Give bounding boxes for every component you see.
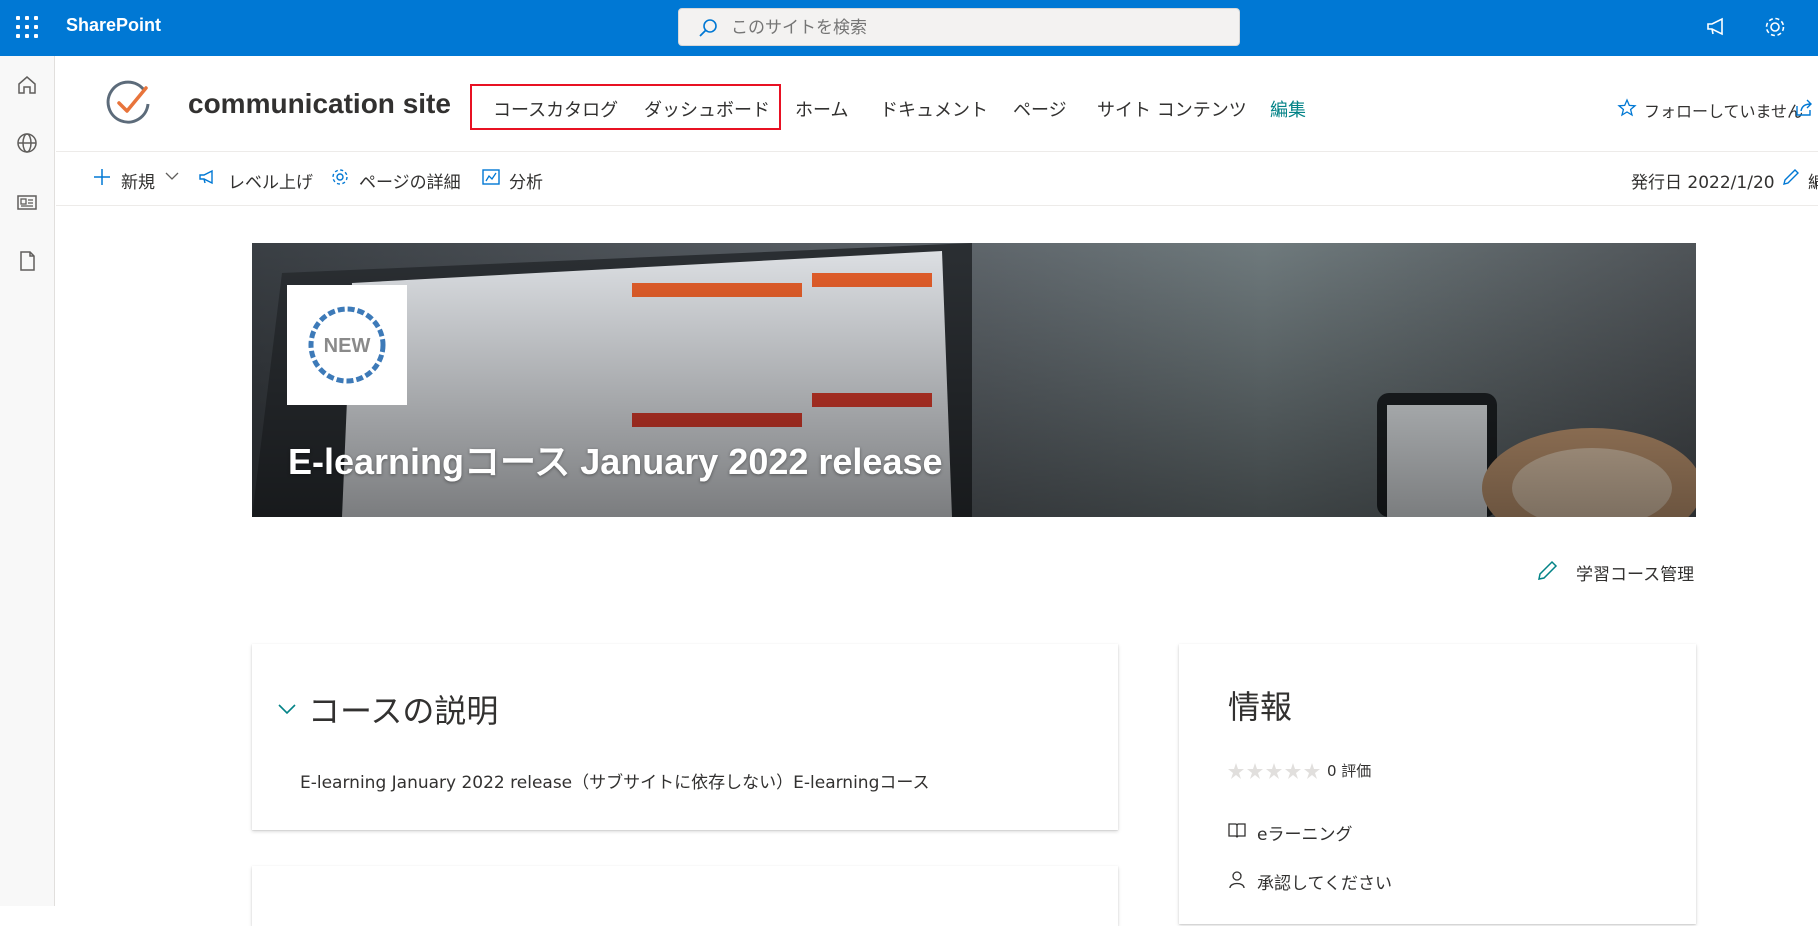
news-icon[interactable]	[14, 189, 40, 215]
analytics-button[interactable]: 分析	[509, 168, 543, 193]
hero-title: E-learningコース January 2022 release	[288, 441, 943, 482]
share-icon[interactable]	[1794, 98, 1814, 118]
plus-icon[interactable]	[91, 166, 113, 188]
person-icon	[1229, 871, 1245, 889]
search-icon	[699, 19, 717, 37]
app-name[interactable]: SharePoint	[66, 15, 161, 36]
site-header: communication site コースカタログ ダッシュボード ホーム ド…	[56, 56, 1818, 152]
rating-stars-icon[interactable]	[1227, 762, 1323, 780]
command-bar: 新規 レベル上げ ページの詳細 分析 発行日 2022/1/20 編	[56, 152, 1818, 206]
info-title: 情報	[1228, 688, 1293, 726]
nav-site-contents[interactable]: サイト コンテンツ	[1097, 96, 1247, 122]
analytics-chart-icon[interactable]	[480, 166, 502, 188]
new-button[interactable]: 新規	[121, 168, 155, 193]
nav-course-catalog[interactable]: コースカタログ	[493, 96, 618, 122]
app-launcher-icon[interactable]	[16, 16, 38, 38]
hero-banner: NEW E-learningコース January 2022 release	[252, 243, 1696, 517]
home-icon[interactable]	[14, 72, 40, 98]
nav-documents[interactable]: ドキュメント	[880, 96, 988, 122]
info-card: 情報 0 評価 eラーニング 承認してください	[1179, 644, 1696, 924]
star-icon[interactable]	[1617, 98, 1637, 118]
settings-gear-icon[interactable]	[1762, 14, 1788, 40]
content-card	[252, 866, 1118, 926]
nav-edit[interactable]: 編集	[1270, 96, 1306, 122]
page-details-gear-icon[interactable]	[329, 166, 351, 188]
approval-status: 承認してください	[1257, 874, 1392, 894]
description-title[interactable]: コースの説明	[308, 686, 498, 732]
search-box[interactable]	[678, 8, 1240, 46]
site-title[interactable]: communication site	[188, 88, 451, 120]
page-details-button[interactable]: ページの詳細	[359, 168, 461, 193]
globe-icon[interactable]	[14, 130, 40, 156]
description-text: E-learning January 2022 release（サブサイトに依存…	[300, 773, 930, 793]
document-icon[interactable]	[14, 248, 40, 274]
course-type: eラーニング	[1257, 825, 1353, 845]
book-icon	[1228, 823, 1246, 838]
chevron-down-icon[interactable]	[276, 698, 298, 720]
left-app-rail	[0, 56, 55, 906]
site-logo-icon[interactable]	[104, 78, 154, 128]
edit-pencil-icon[interactable]	[1780, 166, 1802, 188]
new-badge-icon: NEW	[287, 285, 407, 405]
promote-megaphone-icon[interactable]	[197, 166, 219, 188]
follow-button[interactable]: フォローしていません	[1644, 98, 1803, 122]
rating-text: 0 評価	[1327, 762, 1372, 780]
chevron-down-icon[interactable]	[164, 168, 180, 184]
nav-pages[interactable]: ページ	[1013, 96, 1067, 122]
megaphone-icon[interactable]	[1704, 14, 1730, 40]
manage-pencil-icon[interactable]	[1536, 558, 1560, 582]
course-description-card: コースの説明 E-learning January 2022 release（サ…	[252, 644, 1118, 830]
search-input[interactable]	[731, 15, 1211, 41]
manage-course-link[interactable]: 学習コース管理	[1576, 560, 1694, 585]
nav-home[interactable]: ホーム	[795, 96, 848, 122]
edit-button[interactable]: 編	[1808, 168, 1818, 193]
published-date: 発行日 2022/1/20	[1631, 173, 1775, 193]
nav-dashboard[interactable]: ダッシュボード	[644, 96, 770, 122]
suite-bar: SharePoint	[0, 0, 1818, 56]
badge-text: NEW	[324, 335, 371, 357]
promote-button[interactable]: レベル上げ	[228, 168, 313, 193]
